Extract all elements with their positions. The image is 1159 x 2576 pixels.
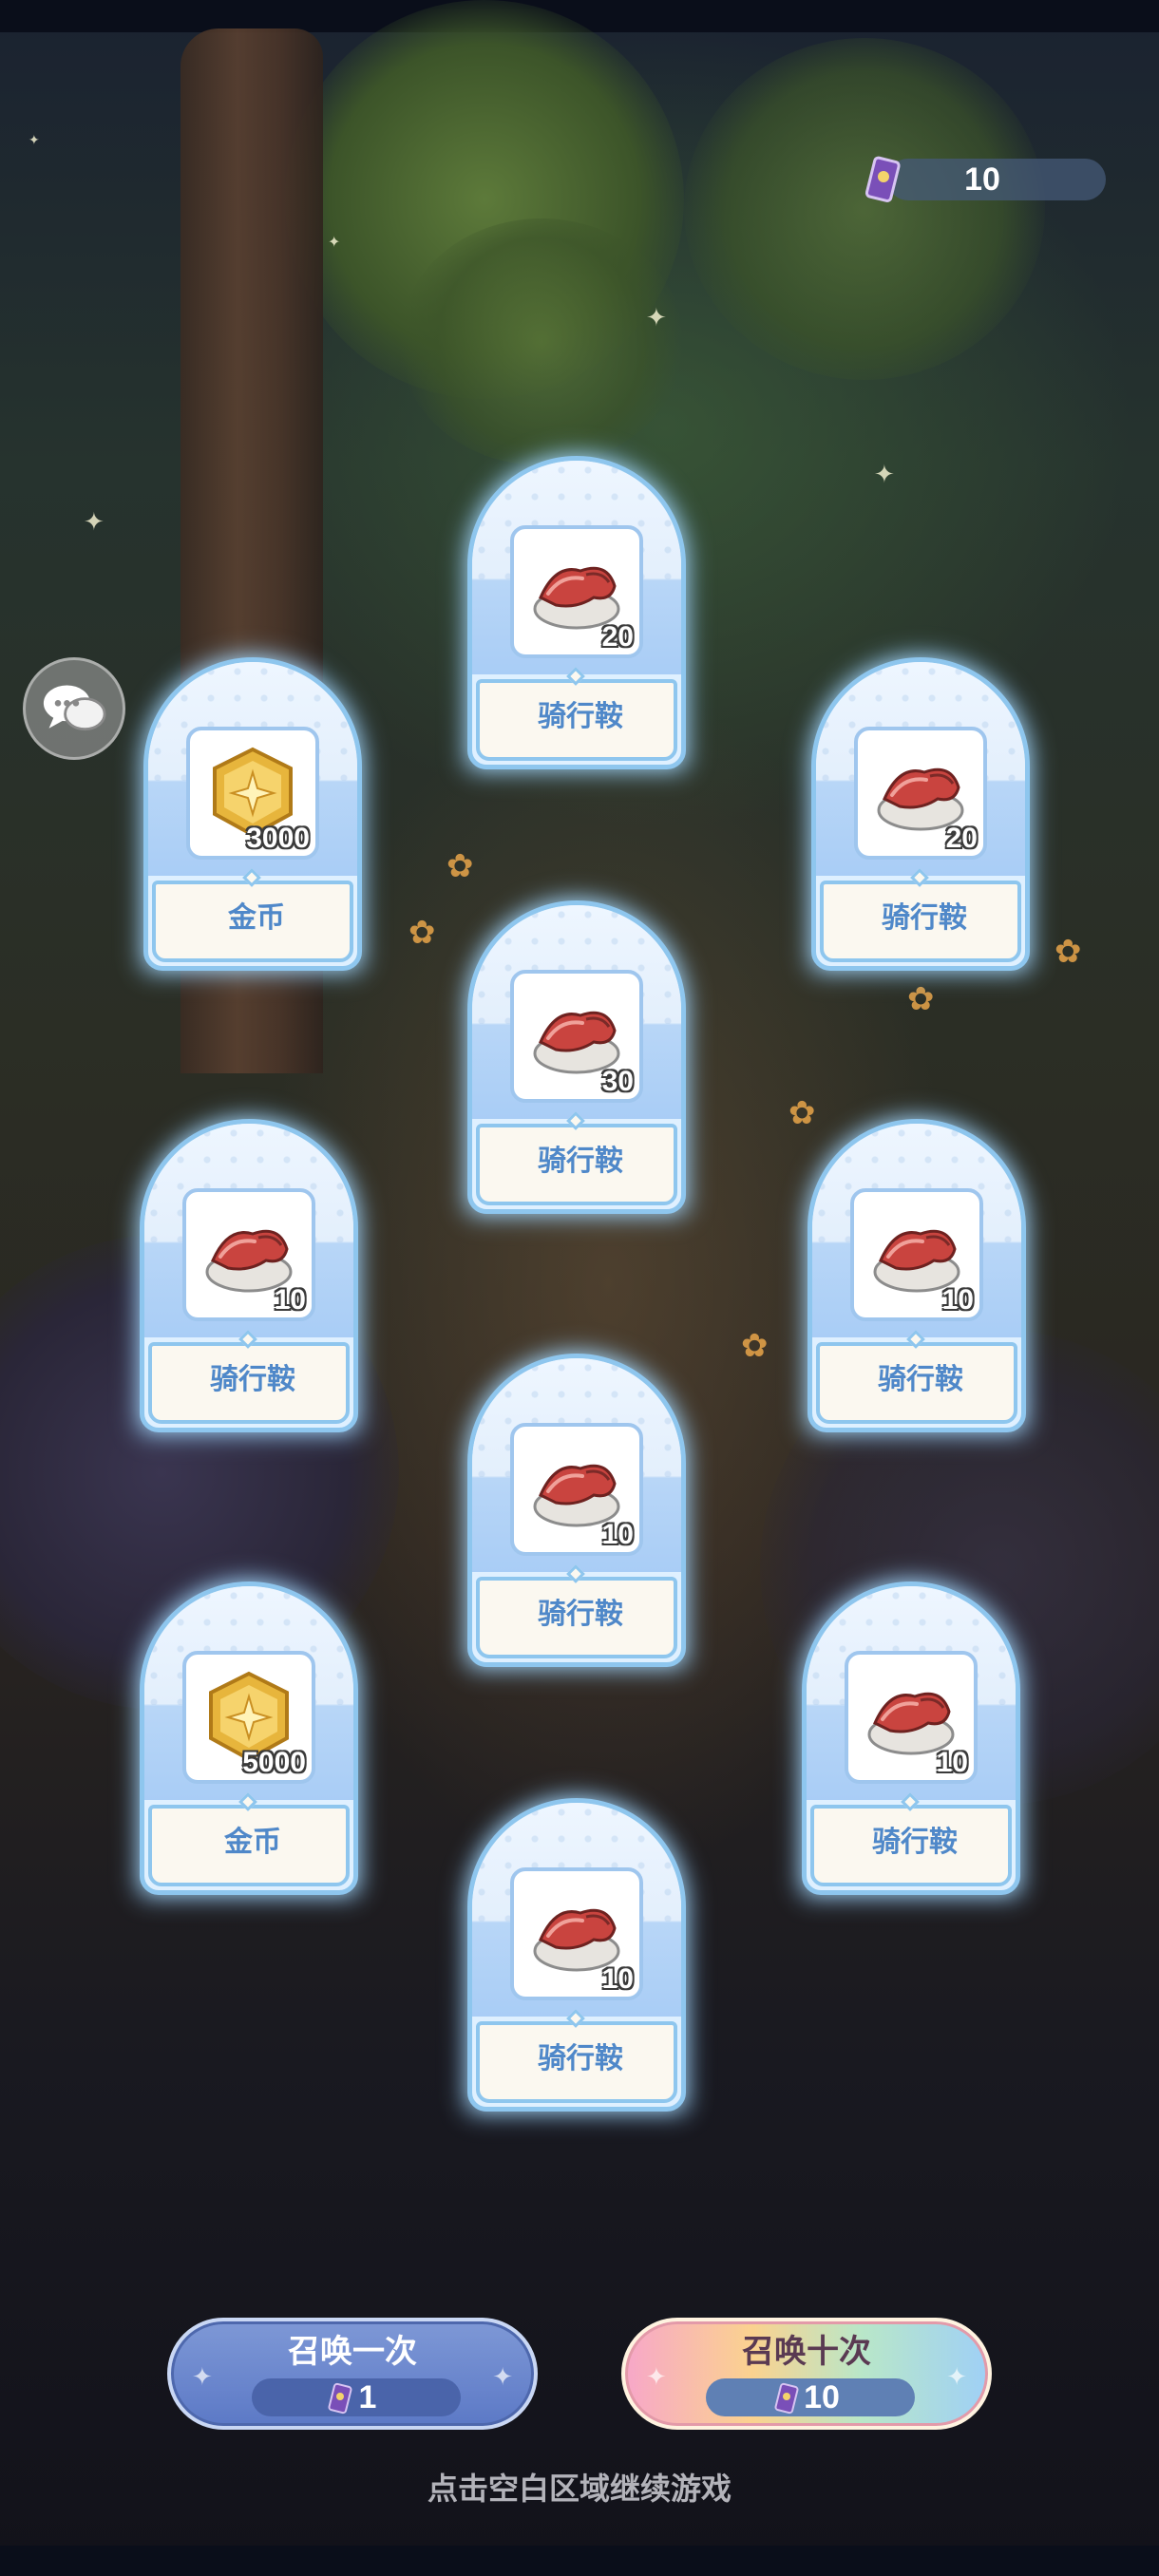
item-icon-box: 10 [182,1188,315,1321]
card-top: 30 [472,905,681,1119]
card-name-plate: 金币 [152,881,353,962]
card-top: 10 [812,1124,1021,1337]
item-icon-box: 3000 [186,727,319,860]
flower: ✿ [408,914,436,952]
item-quantity: 20 [945,823,978,854]
card-name-plate: 骑行鞍 [810,1805,1012,1886]
reward-card[interactable]: 10 骑行鞍 [456,1342,697,1678]
item-name: 骑行鞍 [538,700,623,733]
item-icon-box: 20 [854,727,987,860]
reward-card[interactable]: 20 骑行鞍 [800,646,1041,982]
summon-ten-button[interactable]: ✦ ✦ 召唤十次 10 [621,2318,992,2430]
card-frame: 10 骑行鞍 [802,1582,1020,1895]
card-frame: 3000 金币 [143,657,362,971]
sparkle: ✦ [646,304,667,332]
item-quantity: 10 [936,1747,968,1778]
item-quantity: 10 [601,1519,634,1550]
item-icon-box: 10 [510,1423,643,1556]
card-top: 20 [472,461,681,674]
item-quantity: 3000 [246,823,310,854]
card-frame: 10 骑行鞍 [140,1119,358,1432]
item-name: 骑行鞍 [872,1826,958,1859]
summon-once-button[interactable]: ✦ ✦ 召唤一次 1 [167,2318,538,2430]
card-name-plate: 骑行鞍 [476,1577,677,1658]
chat-button[interactable] [23,657,125,760]
card-top: 20 [816,662,1025,876]
tree-foliage [399,218,684,465]
item-name: 骑行鞍 [878,1363,963,1396]
item-icon-box: 10 [850,1188,983,1321]
bottom-bar [0,2546,1159,2576]
card-frame: 10 骑行鞍 [467,1798,686,2112]
card-name-plate: 骑行鞍 [816,1342,1017,1424]
flower: ✿ [1054,933,1082,971]
sparkle: ✦ [28,133,40,148]
flower: ✿ [907,980,935,1018]
reward-card[interactable]: 20 骑行鞍 [456,445,697,781]
item-icon-box: 20 [510,525,643,658]
sparkle: ✦ [84,508,104,537]
tree-foliage [684,38,1045,380]
item-quantity: 20 [601,621,634,653]
reward-card[interactable]: 30 骑行鞍 [456,889,697,1225]
card-frame: 10 骑行鞍 [808,1119,1026,1432]
flower: ✿ [741,1327,769,1365]
item-icon-box: 10 [845,1651,978,1784]
summon-ten-cost: 10 [804,2379,840,2415]
card-name-plate: 骑行鞍 [476,679,677,761]
item-icon-box: 30 [510,970,643,1103]
reward-card[interactable]: 5000 金币 [128,1570,370,1906]
card-frame: 20 骑行鞍 [811,657,1030,971]
ticket-balance: 10 [864,156,1106,203]
card-frame: 5000 金币 [140,1582,358,1895]
card-name-plate: 骑行鞍 [148,1342,350,1424]
item-quantity: 10 [941,1284,974,1316]
cost-pill: 10 [706,2378,915,2416]
item-name: 骑行鞍 [538,1598,623,1631]
item-name: 骑行鞍 [210,1363,295,1396]
card-top: 10 [144,1124,353,1337]
card-top: 10 [472,1358,681,1572]
card-frame: 20 骑行鞍 [467,456,686,769]
chat-bubbles-icon [43,685,106,731]
card-top: 10 [472,1803,681,2017]
sparkle: ✦ [874,461,895,489]
reward-card[interactable]: 10 骑行鞍 [790,1570,1032,1906]
item-name: 骑行鞍 [882,901,967,935]
card-frame: 30 骑行鞍 [467,900,686,1214]
item-quantity: 5000 [242,1747,306,1778]
summon-once-cost: 1 [358,2379,377,2415]
continue-hint: 点击空白区域继续游戏 [427,2471,732,2507]
cost-pill: 1 [252,2378,461,2416]
item-quantity: 10 [601,1963,634,1995]
item-name: 金币 [228,901,285,935]
reward-card[interactable]: 10 骑行鞍 [796,1108,1037,1444]
summon-ten-label: 召唤十次 [742,2333,871,2371]
item-name: 骑行鞍 [538,2042,623,2075]
ticket-count: 10 [964,161,1000,198]
card-name-plate: 骑行鞍 [820,881,1021,962]
card-top: 10 [807,1586,1016,1800]
item-quantity: 30 [601,1066,634,1097]
flower: ✿ [446,847,474,885]
card-name-plate: 金币 [148,1805,350,1886]
sparkle: ✦ [328,233,341,251]
card-top: 5000 [144,1586,353,1800]
card-name-plate: 骑行鞍 [476,1124,677,1205]
item-icon-box: 10 [510,1867,643,2000]
item-quantity: 10 [274,1284,306,1316]
item-name: 骑行鞍 [538,1145,623,1178]
reward-card[interactable]: 10 骑行鞍 [456,1787,697,2123]
summon-once-label: 召唤一次 [288,2333,417,2371]
reward-card[interactable]: 3000 金币 [132,646,373,982]
card-frame: 10 骑行鞍 [467,1354,686,1667]
card-name-plate: 骑行鞍 [476,2021,677,2103]
card-top: 3000 [148,662,357,876]
item-icon-box: 5000 [182,1651,315,1784]
item-name: 金币 [224,1826,281,1859]
reward-card[interactable]: 10 骑行鞍 [128,1108,370,1444]
